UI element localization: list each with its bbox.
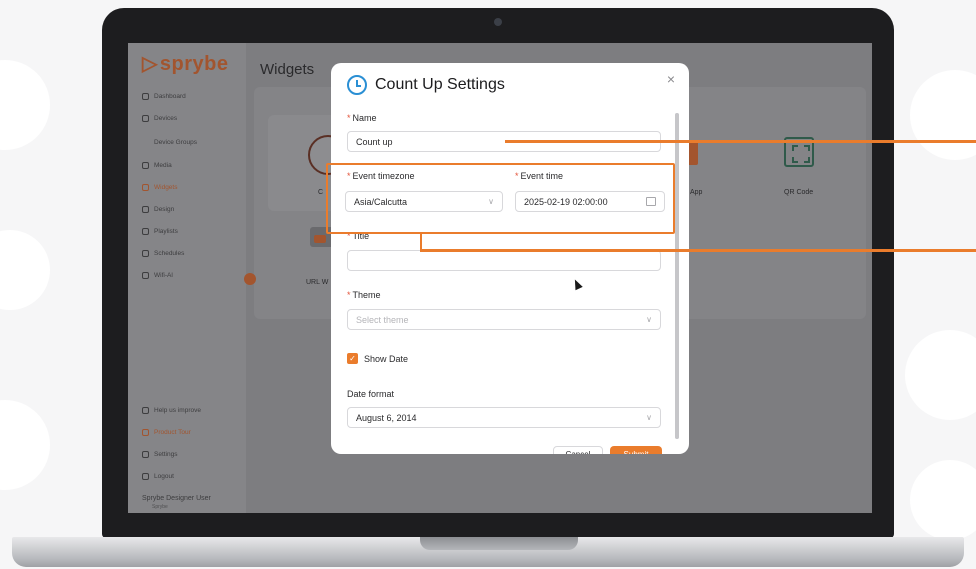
bg-circle (910, 70, 976, 160)
close-icon[interactable]: × (667, 71, 675, 87)
sidebar-item-design[interactable]: Design (142, 206, 174, 213)
chevron-down-icon: ∨ (646, 413, 652, 422)
submit-button[interactable]: Submit (610, 446, 662, 454)
widgets-icon (142, 184, 149, 191)
brand-mark-icon: ▷ (142, 53, 158, 75)
logout-icon (142, 473, 149, 480)
dashboard-icon (142, 93, 149, 100)
tour-icon (142, 429, 149, 436)
sidebar-item-devices[interactable]: Devices (142, 115, 177, 122)
count-up-settings-modal: Count Up Settings × * Name Count up * Even… (331, 63, 689, 454)
sidebar-item-playlists[interactable]: Playlists (142, 228, 178, 235)
modal-header: Count Up Settings (347, 75, 505, 95)
sidebar-item-logout[interactable]: Logout (142, 473, 174, 480)
help-icon (142, 407, 149, 414)
wifi-icon (142, 272, 149, 279)
playlists-icon (142, 228, 149, 235)
user-role: Sprybe (152, 504, 168, 510)
sidebar-item-dashboard[interactable]: Dashboard (142, 93, 186, 100)
sidebar-item-help[interactable]: Help us improve (142, 407, 201, 414)
sidebar-item-product-tour[interactable]: Product Tour (142, 429, 191, 436)
title-input[interactable] (347, 250, 661, 271)
callout-line (420, 234, 422, 250)
bg-circle (910, 460, 976, 540)
clock-icon (347, 75, 367, 95)
name-label: * Name (347, 113, 377, 123)
theme-select[interactable]: Select theme ∨ (347, 309, 661, 330)
laptop-notch (420, 537, 578, 550)
sidebar-item-settings[interactable]: Settings (142, 451, 178, 458)
date-format-select[interactable]: August 6, 2014 ∨ (347, 407, 661, 428)
media-icon (142, 162, 149, 169)
widget-label: C (318, 189, 324, 196)
bg-circle (0, 230, 50, 310)
modal-scrollbar[interactable] (675, 113, 679, 439)
sidebar-item-media[interactable]: Media (142, 162, 172, 169)
date-format-label: Date format (347, 389, 395, 399)
widget-label: URL W (306, 279, 329, 286)
brand-name: sprybe (159, 53, 229, 75)
sidebar: ▷ sprybe Dashboard Devices Device Groups … (128, 43, 246, 513)
sidebar-item-device-groups[interactable]: Device Groups (154, 139, 197, 146)
bg-circle (0, 400, 50, 490)
show-date-checkbox[interactable]: ✓ (347, 353, 358, 364)
scrollbar-thumb[interactable] (675, 113, 679, 439)
gear-icon (142, 451, 149, 458)
bg-circle (905, 330, 976, 420)
devices-icon (142, 115, 149, 122)
widget-label: QR Code (784, 189, 814, 196)
bg-circle (0, 60, 50, 150)
cancel-button[interactable]: Cancel (553, 446, 603, 454)
user-name: Sprybe Designer User (142, 495, 211, 502)
highlight-box (326, 163, 675, 234)
modal-title: Count Up Settings (375, 76, 505, 93)
callout-line (505, 140, 976, 143)
sidebar-item-widgets[interactable]: Widgets (142, 184, 177, 191)
sidebar-item-schedules[interactable]: Schedules (142, 250, 184, 257)
sidebar-toggle-button[interactable] (244, 273, 256, 285)
widget-label: App (690, 189, 703, 196)
brand-logo: ▷ sprybe (142, 51, 228, 76)
chevron-down-icon: ∨ (646, 315, 652, 324)
laptop-camera (494, 18, 502, 26)
design-icon (142, 206, 149, 213)
page-title: Widgets (260, 61, 315, 78)
theme-label: * Theme (347, 290, 381, 300)
schedules-icon (142, 250, 149, 257)
show-date-label: Show Date (364, 354, 409, 364)
sidebar-item-wifi[interactable]: Wifi-Al (142, 272, 173, 279)
callout-line (420, 249, 976, 252)
laptop-screen: ▷ sprybe Dashboard Devices Device Groups … (128, 43, 872, 513)
